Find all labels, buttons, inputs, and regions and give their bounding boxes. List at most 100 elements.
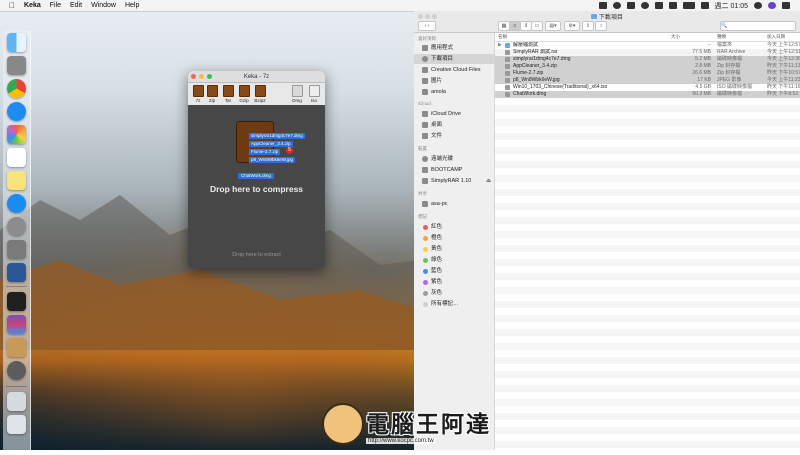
keka-titlebar[interactable]: Keka - 7z: [188, 71, 325, 83]
format-gzip-button[interactable]: Gzip: [238, 85, 250, 103]
winrar-icon[interactable]: [7, 315, 26, 334]
gallery-view-button[interactable]: ▭: [531, 21, 543, 31]
archive-utility-icon[interactable]: [7, 338, 26, 357]
finder-icon[interactable]: [7, 33, 26, 52]
word-icon[interactable]: [7, 263, 26, 282]
back-forward-button[interactable]: ‹ ›: [418, 21, 436, 31]
sidebar-item-applications[interactable]: 應用程式: [414, 43, 494, 53]
sidebar-item-bootcamp[interactable]: BOOTCAMP: [414, 165, 494, 175]
sidebar-item-documents[interactable]: 文件: [414, 131, 494, 141]
format-label: Tar: [224, 98, 232, 103]
sync-icon[interactable]: [612, 2, 621, 9]
app-store-icon[interactable]: [7, 194, 26, 213]
table-row[interactable]: p8_Wn8Wbk6eW.jpg 17 KB JPEG 影像 今天 上午11:23: [495, 77, 800, 84]
column-header-size[interactable]: 大小: [671, 34, 680, 40]
photos-icon[interactable]: [7, 125, 26, 144]
input-source-icon[interactable]: [700, 2, 709, 9]
notes-icon[interactable]: [7, 171, 26, 190]
sidebar-tag-item[interactable]: 紅色: [414, 222, 494, 232]
file-icon: [505, 57, 510, 62]
volume-icon[interactable]: [668, 2, 677, 9]
keka-app-icon[interactable]: [7, 361, 26, 380]
sidebar-tag-item[interactable]: 橙色: [414, 233, 494, 243]
notification-center-icon[interactable]: [782, 2, 790, 9]
sidebar-tag-item[interactable]: 藍色: [414, 266, 494, 276]
table-row[interactable]: Win10_1703_Chinese(Traditional)_x64.iso 4…: [495, 84, 800, 91]
evernote-icon[interactable]: [598, 2, 607, 9]
display-icon[interactable]: [626, 2, 635, 9]
keka-format-toolbar: 7z Zip Tar Gzip Bzip2 Dmg Iso: [188, 83, 325, 106]
format-tar-button[interactable]: Tar: [222, 85, 234, 103]
empty-row-stripe: [495, 175, 800, 182]
downloads-stack-icon[interactable]: [7, 392, 26, 411]
format-zip-button[interactable]: Zip: [206, 85, 218, 103]
sidebar-tag-item[interactable]: 所有標記…: [414, 299, 494, 309]
empty-row-stripe: [495, 308, 800, 315]
format-bzip2-button[interactable]: Bzip2: [254, 85, 266, 103]
table-row[interactable]: Flume-2.7.zip 26.6 MB Zip 封存檔 昨天 下午10:57: [495, 70, 800, 77]
empty-row-stripe: [495, 350, 800, 357]
file-kind: Zip 封存檔: [717, 70, 741, 76]
keka-dock-icon[interactable]: [7, 240, 26, 259]
sidebar-item-icloud-drive[interactable]: iCloud Drive: [414, 109, 494, 119]
chrome-icon[interactable]: [7, 79, 26, 98]
timemachine-icon[interactable]: [640, 2, 649, 9]
sidebar-item-desktop[interactable]: 桌面: [414, 120, 494, 130]
table-row[interactable]: ChatWork.dmg 50.3 MB 磁碟映像檔 昨天 下午8:52: [495, 91, 800, 98]
format-7z-button[interactable]: 7z: [192, 85, 204, 103]
file-size: 5.2 MB: [695, 56, 711, 62]
menu-edit[interactable]: Edit: [70, 2, 82, 9]
app-menu-keka[interactable]: Keka: [24, 2, 41, 9]
file-name: ChatWork.dmg: [513, 91, 547, 97]
file-icon: [505, 71, 510, 76]
sidebar-tag-item[interactable]: 紫色: [414, 277, 494, 287]
format-iso-button[interactable]: Iso: [308, 85, 320, 103]
sidebar-tag-item[interactable]: 綠色: [414, 255, 494, 265]
format-dmg-button[interactable]: Dmg: [291, 85, 303, 103]
empty-row-stripe: [495, 161, 800, 168]
menu-file[interactable]: File: [50, 2, 61, 9]
column-header-kind[interactable]: 種類: [717, 34, 726, 40]
keka-drop-area[interactable]: simplyrar1dmg4c7e7.dmg AppCleaner_3.4.zi…: [188, 105, 325, 268]
disclosure-triangle-icon[interactable]: ▶: [498, 42, 502, 49]
apple-menu-icon[interactable]: : [9, 1, 15, 10]
box-icon: [222, 85, 234, 97]
tag-button[interactable]: ○: [595, 21, 607, 31]
action-gear-button[interactable]: ⚙▾: [564, 21, 580, 31]
spotlight-icon[interactable]: [754, 2, 762, 9]
table-row[interactable]: SimplyRAR 測試.rar 77.5 MB RAR Archive 今天 上午1…: [495, 49, 800, 56]
system-preferences-icon[interactable]: [7, 217, 26, 236]
eject-icon[interactable]: ⏏: [486, 176, 491, 186]
wifi-icon[interactable]: [654, 2, 663, 9]
sidebar-item-remote-disc[interactable]: 遠端光碟: [414, 154, 494, 164]
empty-row-stripe: [495, 224, 800, 231]
menubar-clock[interactable]: 週二 01:05: [715, 1, 748, 11]
table-row[interactable]: simplyrar1dmg4c7e7.dmg 5.2 MB 磁碟映像檔 今天 上午12…: [495, 56, 800, 63]
search-field[interactable]: 🔍: [720, 21, 796, 31]
battery-icon[interactable]: [682, 2, 695, 9]
sidebar-item-pictures[interactable]: 圖片: [414, 76, 494, 86]
sidebar-item-asa-pc[interactable]: asa-pc: [414, 199, 494, 209]
sidebar-item-simplyrar[interactable]: SimplyRAR 1.10 ⏏: [414, 176, 494, 186]
file-size: 50.3 MB: [692, 91, 711, 97]
trash-icon[interactable]: [7, 415, 26, 434]
sidebar-tag-item[interactable]: 黃色: [414, 244, 494, 254]
menu-help[interactable]: Help: [125, 2, 139, 9]
calendar-icon[interactable]: [7, 148, 26, 167]
safari-icon[interactable]: [7, 102, 26, 121]
share-button[interactable]: ⇪: [582, 21, 594, 31]
sidebar-tag-item[interactable]: 灰色: [414, 288, 494, 298]
sidebar-item-downloads[interactable]: 下載項目: [414, 54, 494, 64]
sidebar-item-amola[interactable]: amola: [414, 87, 494, 97]
menu-window[interactable]: Window: [91, 2, 116, 9]
arrange-button[interactable]: ▤▾: [545, 21, 561, 31]
column-header-name[interactable]: 名稱: [498, 34, 507, 40]
sidebar-item-creative-cloud[interactable]: Creative Cloud Files: [414, 65, 494, 75]
launchpad-icon[interactable]: [7, 56, 26, 75]
terminal-icon[interactable]: [7, 292, 26, 311]
column-header-date[interactable]: 加入日期: [767, 34, 785, 40]
table-row[interactable]: ▶ 解壓縮測試 -- 檔案夾 今天 上午12:57: [495, 42, 800, 49]
siri-icon[interactable]: [768, 2, 776, 9]
table-row[interactable]: AppCleaner_3.4.zip 2.8 MB Zip 封存檔 昨天 下午11:1…: [495, 63, 800, 70]
sidebar-item-label: Creative Cloud Files: [431, 67, 481, 73]
